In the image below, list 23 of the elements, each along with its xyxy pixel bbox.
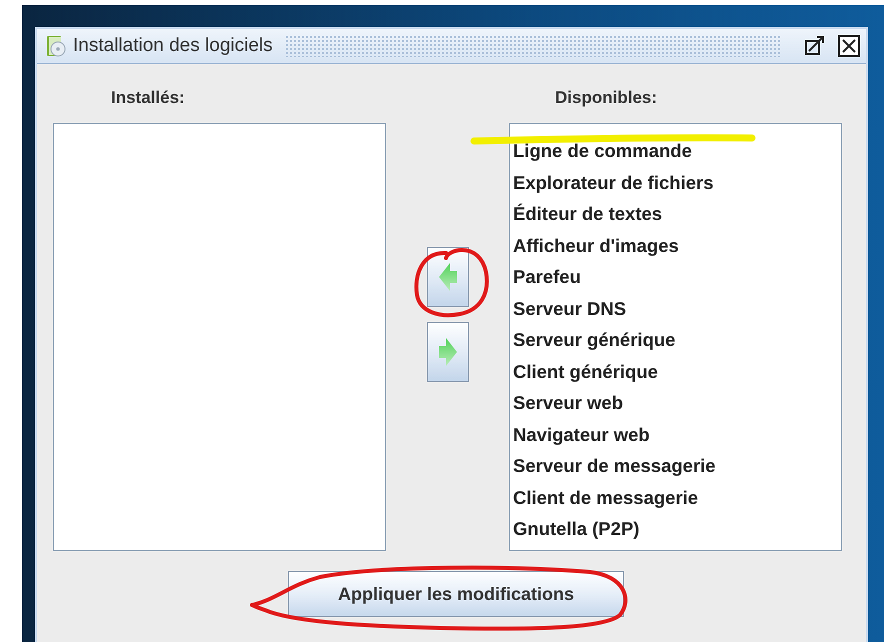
app-icon: [45, 35, 67, 57]
available-list[interactable]: [509, 123, 842, 551]
installed-label: Installés:: [110, 88, 186, 109]
list-item[interactable]: Parefeu: [510, 261, 841, 292]
list-item[interactable]: Serveur générique: [510, 324, 841, 356]
list-item[interactable]: Serveur de messagerie: [510, 450, 841, 482]
list-item[interactable]: Client générique: [510, 356, 841, 387]
list-item[interactable]: Afficheur d'images: [510, 230, 841, 261]
list-item[interactable]: Éditeur de textes: [510, 198, 841, 230]
apply-button[interactable]: Appliquer les modifications: [288, 571, 624, 617]
add-button[interactable]: [426, 247, 468, 307]
list-item[interactable]: Serveur web: [510, 387, 841, 418]
list-item[interactable]: Ligne de commande: [510, 135, 841, 166]
list-item[interactable]: Gnutella (P2P): [510, 513, 841, 544]
list-item[interactable]: Client de messagerie: [510, 482, 841, 513]
window-title: Installation des logiciels: [73, 35, 273, 57]
maximize-icon[interactable]: [804, 35, 826, 57]
remove-button[interactable]: [426, 322, 468, 382]
list-item[interactable]: Serveur DNS: [510, 292, 841, 324]
available-label: Disponibles:: [554, 88, 658, 109]
close-icon[interactable]: [838, 35, 860, 57]
list-item[interactable]: Explorateur de fichiers: [510, 166, 841, 198]
list-item[interactable]: Navigateur web: [510, 418, 841, 450]
